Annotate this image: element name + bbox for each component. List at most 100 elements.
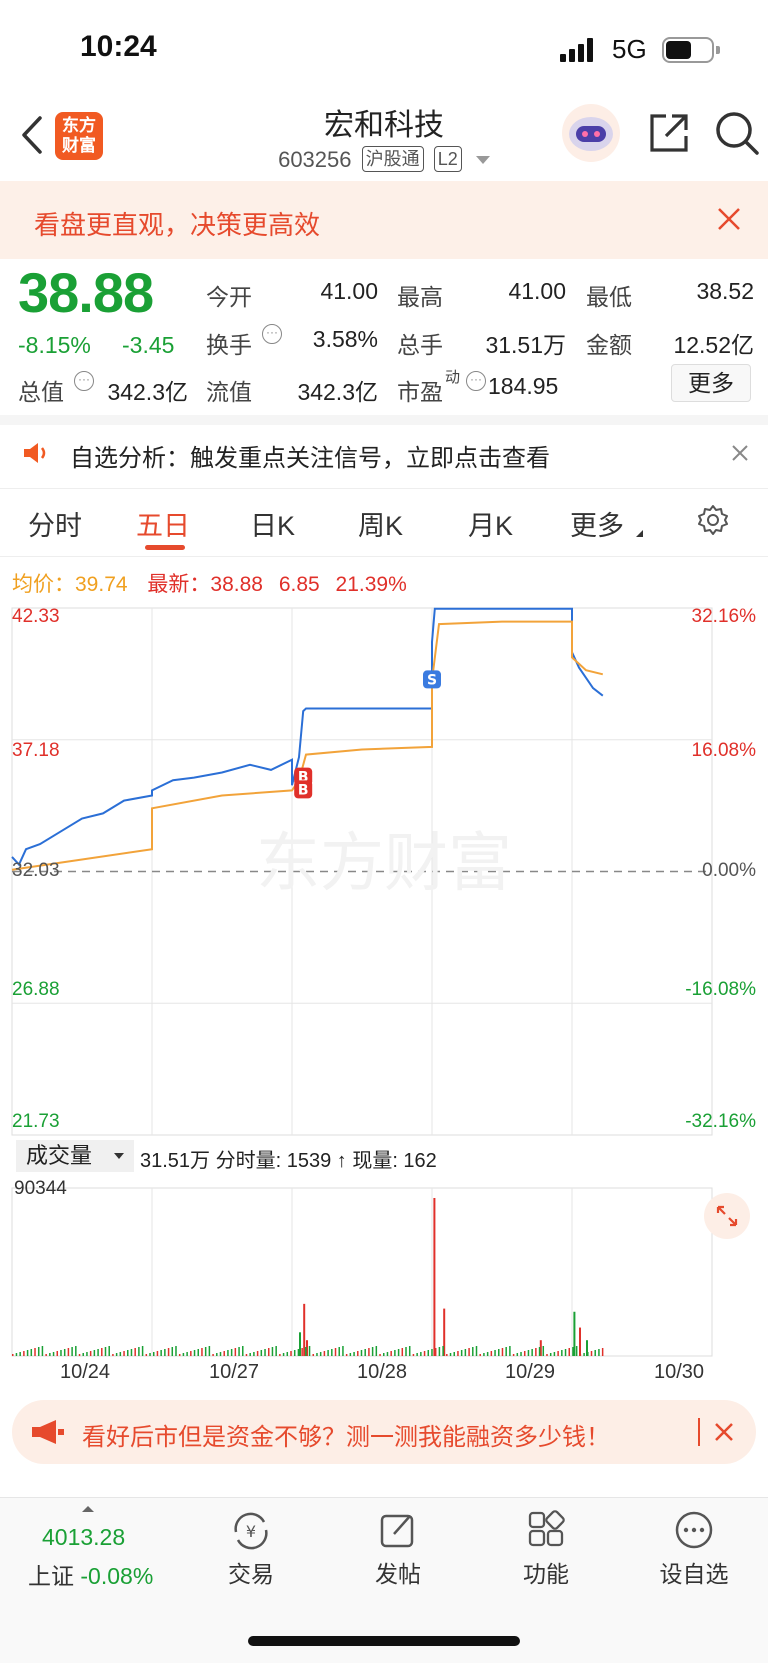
- share-icon[interactable]: [646, 110, 692, 156]
- volume-bar: [308, 1346, 311, 1356]
- volume-bar: [134, 1348, 136, 1356]
- robot-assistant-icon[interactable]: [562, 104, 620, 162]
- volume-bar: [357, 1351, 359, 1356]
- five-day-chart[interactable]: 东方财富BBS: [0, 600, 768, 1380]
- volume-bar: [433, 1198, 436, 1356]
- index-value[interactable]: 4013.28: [42, 1524, 125, 1551]
- volume-bar: [34, 1348, 36, 1356]
- volume-bar: [82, 1353, 84, 1356]
- caret-up-icon: [82, 1506, 94, 1512]
- open-label: 今开: [206, 284, 252, 310]
- volume-bar: [460, 1350, 463, 1356]
- y-left-tick: 42.33: [12, 606, 60, 627]
- volume-indicator-select[interactable]: 成交量: [16, 1140, 134, 1172]
- volume-frame: [11, 1187, 713, 1357]
- notice-text[interactable]: 自选分析：触发重点关注信号，立即点击查看: [70, 438, 550, 473]
- volume-bar: [334, 1348, 337, 1356]
- tab-weekly-k[interactable]: 周K: [358, 504, 403, 543]
- tab-daily-k[interactable]: 日K: [250, 504, 295, 543]
- volume-bar: [475, 1346, 478, 1356]
- gear-icon[interactable]: [697, 504, 729, 536]
- info-icon[interactable]: ···: [74, 371, 94, 391]
- tab-intraday[interactable]: 分时: [28, 504, 82, 543]
- volume-bar: [546, 1354, 548, 1356]
- close-icon[interactable]: [716, 206, 742, 232]
- index-change: -0.08%: [80, 1563, 154, 1589]
- volume-bar: [26, 1350, 29, 1356]
- mktcap-value: 342.3亿: [107, 379, 188, 405]
- volume-bar: [130, 1349, 133, 1356]
- volume-bar: [590, 1351, 593, 1356]
- volume-value: 31.51万: [485, 332, 566, 358]
- volume-label: 总手: [397, 332, 443, 358]
- close-icon[interactable]: [730, 443, 750, 463]
- volume-bar: [509, 1346, 511, 1356]
- features-icon[interactable]: [527, 1510, 567, 1550]
- volume-bar: [171, 1347, 174, 1356]
- info-icon[interactable]: ···: [466, 371, 486, 391]
- volume-bar: [67, 1348, 70, 1356]
- volume-bar: [271, 1347, 274, 1356]
- volume-max: 90344: [14, 1178, 67, 1199]
- latest-label: 最新：: [147, 573, 211, 596]
- y-left-tick: 21.73: [12, 1111, 60, 1132]
- more-button[interactable]: 更多: [671, 364, 751, 402]
- avg-value: 39.74: [75, 573, 128, 596]
- megaphone-icon: [30, 1418, 66, 1446]
- add-watchlist-icon[interactable]: [674, 1510, 714, 1550]
- volume-bar: [379, 1354, 381, 1356]
- tab-monthly-k[interactable]: 月K: [468, 504, 513, 543]
- volume-bar: [416, 1353, 418, 1356]
- volume-bar: [245, 1354, 248, 1356]
- volume-bar: [583, 1353, 585, 1356]
- volume-bar: [464, 1349, 467, 1356]
- volume-bar: [364, 1349, 366, 1356]
- volume-bar: [216, 1353, 218, 1356]
- trade-icon[interactable]: ¥: [230, 1510, 272, 1552]
- volume-bar: [523, 1351, 526, 1356]
- search-icon[interactable]: [712, 108, 762, 158]
- volume-bar: [305, 1347, 307, 1356]
- nav-trade[interactable]: 交易: [191, 1555, 311, 1589]
- volume-bar: [152, 1352, 155, 1356]
- volume-bar: [282, 1353, 285, 1356]
- tab-five-day[interactable]: 五日: [136, 504, 190, 543]
- diff-pct: 21.39%: [335, 573, 407, 596]
- stock-code: 603256: [278, 147, 352, 172]
- float-value: 342.3亿: [297, 379, 378, 405]
- volume-bar: [442, 1346, 444, 1356]
- volume-bar: [323, 1351, 326, 1356]
- expand-icon[interactable]: [704, 1193, 750, 1239]
- volume-bar: [175, 1346, 177, 1356]
- amount-label: 金额: [586, 332, 632, 358]
- currency-glyph: ¥: [246, 1522, 256, 1541]
- volume-bar: [156, 1351, 159, 1356]
- nav-post[interactable]: 发帖: [338, 1555, 458, 1589]
- nav-watchlist[interactable]: 设自选: [634, 1555, 754, 1589]
- home-indicator: [248, 1636, 520, 1646]
- volume-bar: [279, 1354, 281, 1356]
- volume-bar: [564, 1349, 567, 1356]
- volume-bar: [219, 1352, 222, 1356]
- volume-bar: [78, 1354, 81, 1356]
- nav-features[interactable]: 功能: [486, 1555, 606, 1589]
- avg-label: 均价：: [12, 573, 75, 596]
- volume-bar: [97, 1349, 99, 1356]
- volume-bar: [19, 1352, 21, 1356]
- volume-bar: [601, 1348, 604, 1356]
- tab-more[interactable]: 更多: [570, 504, 624, 543]
- volume-bar: [52, 1352, 55, 1356]
- volume-bar: [15, 1353, 18, 1356]
- volume-bar: [63, 1349, 66, 1356]
- close-icon[interactable]: [713, 1421, 735, 1443]
- index-row[interactable]: 上证 -0.08%: [28, 1557, 153, 1591]
- pe-value: 184.95: [488, 373, 559, 399]
- open-value: 41.00: [320, 278, 378, 304]
- volume-bar: [260, 1350, 263, 1356]
- chart-info-row: 均价：39.74 最新：38.88 6.85 21.39%: [12, 568, 407, 598]
- high-value: 41.00: [508, 278, 566, 304]
- post-icon[interactable]: [378, 1510, 418, 1550]
- high-label: 最高: [397, 284, 443, 310]
- volume-bar: [312, 1354, 315, 1356]
- info-icon[interactable]: ···: [262, 324, 282, 344]
